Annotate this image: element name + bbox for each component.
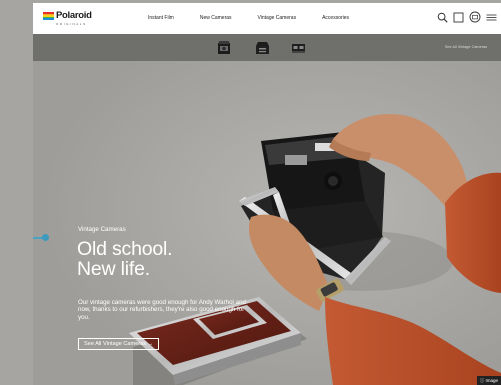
polaroid-logo[interactable]: Polaroid ORIGINALS bbox=[43, 11, 93, 28]
hero-headline-line-1: Old school. bbox=[77, 238, 173, 260]
nav-link-instant-film[interactable]: Instant Film bbox=[148, 15, 174, 21]
account-icon[interactable] bbox=[453, 12, 464, 23]
primary-nav: Instant Film New Cameras Vintage Cameras… bbox=[148, 15, 375, 21]
logo-wordmark: Polaroid bbox=[56, 10, 92, 21]
spectra-camera-icon[interactable] bbox=[291, 40, 305, 55]
see-all-vintage-cameras-button[interactable]: See All Vintage Cameras → bbox=[78, 338, 160, 350]
nav-link-new-cameras[interactable]: New Cameras bbox=[200, 15, 232, 21]
image-info-badge[interactable]: ⓘ Image bbox=[476, 376, 501, 385]
hero-photo bbox=[33, 61, 501, 385]
nav-link-vintage-cameras[interactable]: Vintage Cameras bbox=[258, 15, 297, 21]
sx70-camera-icon[interactable] bbox=[217, 40, 231, 55]
hero-headline: Old school. New life. bbox=[77, 238, 173, 280]
vintage-subnav: See All Vintage Cameras bbox=[33, 34, 501, 61]
logo-subtitle: ORIGINALS bbox=[56, 22, 87, 26]
see-all-vintage-link[interactable]: See All Vintage Cameras bbox=[445, 45, 487, 49]
slide-indicator-dot[interactable] bbox=[42, 234, 49, 241]
logo-color-bars bbox=[43, 12, 54, 20]
menu-icon[interactable] bbox=[486, 13, 497, 22]
600-camera-icon[interactable] bbox=[255, 40, 269, 55]
nav-link-accessories[interactable]: Accessories bbox=[322, 15, 349, 21]
cart-icon[interactable] bbox=[469, 11, 481, 23]
hero-eyebrow: Vintage Cameras bbox=[78, 226, 126, 233]
hero-headline-line-2: New life. bbox=[77, 258, 150, 280]
hero-banner: Vintage Cameras Old school. New life. Ou… bbox=[33, 61, 501, 385]
hero-body: Our vintage cameras were good enough for… bbox=[78, 299, 246, 321]
search-icon[interactable] bbox=[437, 12, 448, 23]
nav-icons bbox=[437, 11, 497, 23]
top-navigation: Polaroid ORIGINALS Instant Film New Came… bbox=[33, 3, 501, 34]
